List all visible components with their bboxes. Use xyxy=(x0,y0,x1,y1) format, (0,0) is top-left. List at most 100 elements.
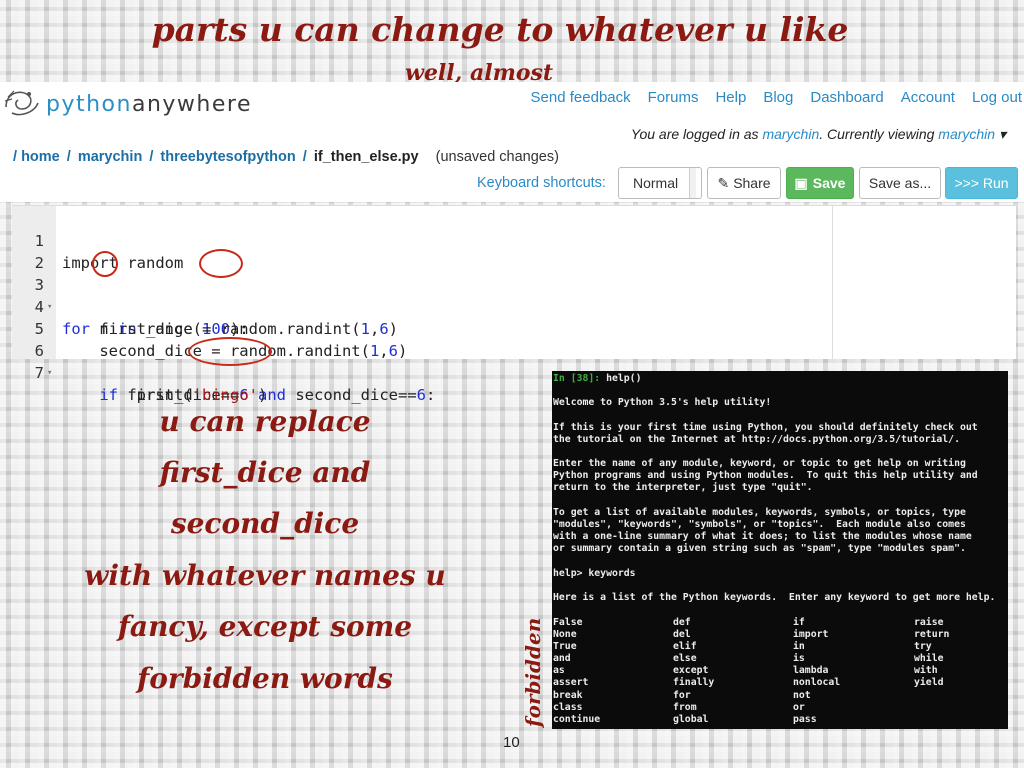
code-text: import random xyxy=(62,254,184,272)
keyword: assert xyxy=(553,677,589,689)
forbidden-label: forbidden xyxy=(521,617,545,727)
pencil-icon: ✎ xyxy=(717,174,730,191)
code-line: 4 first_dice = random.randint(1,6) xyxy=(12,274,398,338)
keyboard-mode-select[interactable]: Normal xyxy=(618,167,702,199)
nav-forums[interactable]: Forums xyxy=(648,89,699,106)
annotation-line: forbidden words xyxy=(137,662,393,695)
terminal-line: or summary contain a given string such a… xyxy=(553,543,966,554)
code-line: 2 xyxy=(12,230,49,272)
code-line: 6 ▾ if first_dice==6 and second_dice==6: xyxy=(12,318,436,404)
save-icon: ▣ xyxy=(794,174,808,191)
keyword: if xyxy=(793,617,805,628)
keyword: True xyxy=(553,641,577,653)
run-button[interactable]: >>> Run xyxy=(945,167,1018,199)
keyword: yield xyxy=(914,677,944,689)
keyword: elif xyxy=(673,641,697,653)
annotation-line: fancy, except some xyxy=(117,610,413,643)
keyword: raise xyxy=(914,617,944,628)
breadcrumb-folder[interactable]: threebytesofpython xyxy=(160,149,295,165)
nav-blog[interactable]: Blog xyxy=(763,89,793,106)
keyword: pass xyxy=(793,713,817,725)
breadcrumb: / home / marychin / threebytesofpython /… xyxy=(13,149,559,165)
keyword: while xyxy=(914,653,944,665)
terminal-line: return to the interpreter, just type "qu… xyxy=(553,482,813,493)
highlight-circle-100 xyxy=(199,249,243,278)
keyword: with xyxy=(914,665,938,677)
logged-in-user-link[interactable]: marychin xyxy=(762,126,819,142)
terminal-line: Enter the name of any module, keyword, o… xyxy=(553,458,966,469)
viewing-user-link[interactable]: marychin xyxy=(938,126,995,142)
keyword: False xyxy=(553,617,583,628)
editor-right-panel xyxy=(832,206,1017,359)
slide-title: parts u can change to whatever u like xyxy=(151,10,849,49)
keyboard-mode-value: Normal xyxy=(633,175,679,191)
terminal-line: the tutorial on the Internet at http://d… xyxy=(553,434,960,445)
keyword: not xyxy=(793,689,811,701)
code-line: 1 import random xyxy=(12,208,184,272)
python-help-terminal[interactable]: In [38]: help() Welcome to Python 3.5's … xyxy=(552,371,1008,729)
annotation-line: first_dice and xyxy=(159,456,371,489)
nav-send-feedback[interactable]: Send feedback xyxy=(531,89,631,106)
keyword: is xyxy=(793,653,805,665)
breadcrumb-root: / xyxy=(13,149,18,165)
keyword: None xyxy=(553,629,577,641)
code-line: 3 ▾ for n in range(100): xyxy=(12,252,249,338)
snake-logo-icon xyxy=(4,90,39,116)
code-line: 7 print('bingo') xyxy=(12,340,268,404)
terminal-line: "modules", "keywords", "symbols", or "to… xyxy=(553,519,966,530)
code-editor[interactable]: 1 import random 2 3 ▾ for n in range(100… xyxy=(12,205,1017,404)
terminal-line: Welcome to Python 3.5's help utility! xyxy=(553,397,772,408)
keyword: global xyxy=(673,713,709,725)
logo-text-python: python xyxy=(46,92,132,117)
annotation-line: second_dice xyxy=(170,507,360,540)
breadcrumb-file: if_then_else.py xyxy=(313,149,419,165)
save-label: Save xyxy=(812,175,846,191)
keyword: for xyxy=(673,689,691,701)
save-button[interactable]: ▣ Save xyxy=(786,167,854,199)
keyword-column: def del elif else except finally for fro… xyxy=(673,617,714,726)
pythonanywhere-logo[interactable]: pythonanywhere xyxy=(2,82,252,122)
keyword-column: raise return try while with yield xyxy=(914,617,949,690)
code-text: print('bingo') xyxy=(62,386,268,404)
highlight-circle-n xyxy=(92,251,118,277)
terminal-command: help() xyxy=(600,373,642,384)
keyword: except xyxy=(673,665,709,677)
top-nav: Send feedback Forums Help Blog Dashboard… xyxy=(531,89,1022,106)
terminal-prompt-line: In [38]: help() xyxy=(553,373,641,385)
login-status: You are logged in as marychin. Currently… xyxy=(631,126,1006,143)
keyword: nonlocal xyxy=(793,677,841,689)
logo-text: pythonanywhere xyxy=(46,92,252,117)
keyword: in xyxy=(793,641,805,653)
unsaved-status: (unsaved changes) xyxy=(435,149,559,165)
keyword: else xyxy=(673,653,697,665)
terminal-prompt: In [38]: xyxy=(553,373,601,384)
breadcrumb-user[interactable]: marychin xyxy=(78,149,142,165)
share-button[interactable]: ✎ Share xyxy=(707,167,781,199)
nav-help[interactable]: Help xyxy=(715,89,746,106)
terminal-line: To get a list of available modules, keyw… xyxy=(553,507,966,518)
nav-log-out[interactable]: Log out xyxy=(972,89,1022,106)
keyword-column: False None True and as assert break clas… xyxy=(553,617,600,726)
nav-dashboard[interactable]: Dashboard xyxy=(810,89,883,106)
annotation-line: with whatever names u xyxy=(84,559,446,592)
terminal-line: Python programs and using Python modules… xyxy=(553,470,978,481)
keyword: and xyxy=(553,653,571,665)
keyword: as xyxy=(553,665,565,677)
keyboard-shortcuts-label: Keyboard shortcuts: xyxy=(477,175,606,191)
keyword: from xyxy=(673,701,697,713)
page-number: 10 xyxy=(503,734,520,751)
keyword: lambda xyxy=(793,665,829,677)
user-dropdown-caret-icon[interactable]: ▾ xyxy=(999,126,1006,142)
share-label: Share xyxy=(733,175,771,191)
keyword: break xyxy=(553,689,583,701)
breadcrumb-home[interactable]: home xyxy=(21,149,60,165)
highlight-circle-bingo xyxy=(188,337,272,366)
select-caret-icon xyxy=(689,168,696,198)
keyword: def xyxy=(673,617,691,628)
keyword: return xyxy=(914,629,950,641)
keyword: or xyxy=(793,701,805,713)
terminal-line: If this is your first time using Python,… xyxy=(553,422,978,433)
nav-account[interactable]: Account xyxy=(901,89,955,106)
code-line: 5 second_dice = random.randint(1,6) xyxy=(12,296,408,360)
save-as-button[interactable]: Save as... xyxy=(859,167,941,199)
